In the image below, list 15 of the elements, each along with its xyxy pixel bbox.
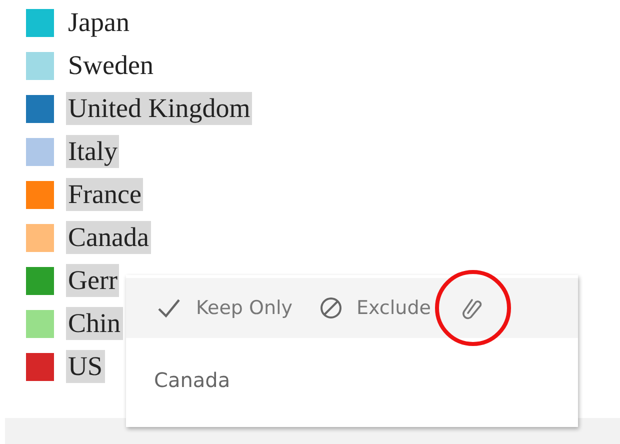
legend-label[interactable]: US xyxy=(66,350,105,383)
legend-label[interactable]: Japan xyxy=(66,6,132,39)
keep-only-button[interactable]: Keep Only xyxy=(156,296,293,320)
legend-label[interactable]: Sweden xyxy=(66,49,156,82)
exclude-button[interactable]: Exclude xyxy=(318,296,431,320)
legend-label[interactable]: Italy xyxy=(66,135,120,168)
paperclip-icon xyxy=(460,296,483,320)
prohibit-icon xyxy=(318,296,343,320)
legend-label[interactable]: Canada xyxy=(66,221,151,254)
legend-label[interactable]: Gerr xyxy=(66,264,120,297)
legend-label[interactable]: France xyxy=(66,178,144,211)
legend-label[interactable]: United Kingdom xyxy=(66,92,252,125)
selected-value: Canada xyxy=(153,367,232,392)
paperclip-button[interactable] xyxy=(460,296,483,320)
legend-label[interactable]: Chin xyxy=(66,307,123,340)
